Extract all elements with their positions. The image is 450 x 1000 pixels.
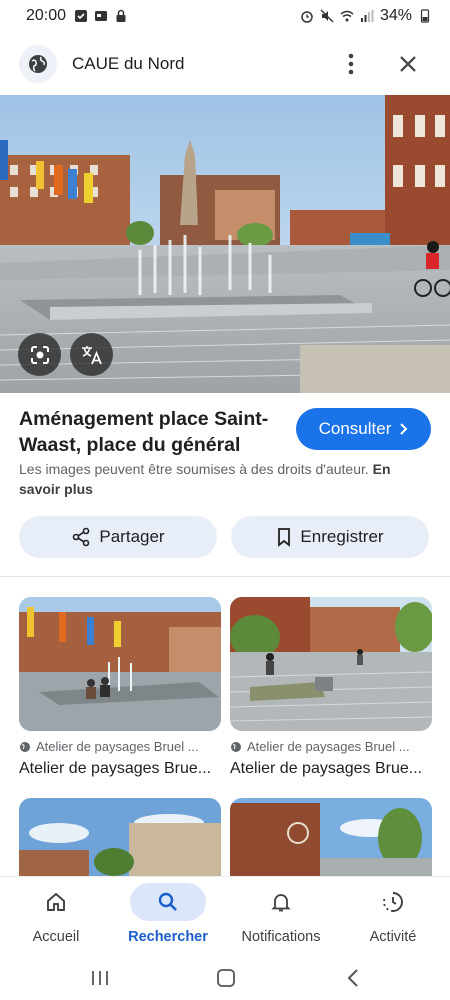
back-arrow-icon bbox=[347, 969, 358, 987]
wifi-icon bbox=[340, 10, 354, 22]
home-system-button[interactable] bbox=[206, 962, 246, 994]
more-options-button[interactable] bbox=[337, 50, 365, 78]
battery-icon bbox=[420, 9, 430, 23]
related-title[interactable]: Atelier de paysages Brue... bbox=[19, 760, 221, 778]
related-image[interactable] bbox=[230, 798, 432, 876]
bottom-navigation: Accueil Rechercher Notifications Activit… bbox=[0, 876, 450, 956]
related-image[interactable] bbox=[230, 597, 432, 731]
nav-item-search[interactable]: Rechercher bbox=[112, 877, 224, 957]
chevron-right-icon bbox=[400, 423, 408, 435]
header: CAUE du Nord bbox=[0, 36, 450, 92]
lock-icon bbox=[116, 9, 126, 22]
more-vert-icon bbox=[348, 53, 354, 75]
bell-icon bbox=[243, 883, 319, 921]
checkbox-icon bbox=[75, 10, 88, 22]
translate-icon bbox=[81, 345, 102, 364]
related-card[interactable] bbox=[19, 798, 221, 876]
related-source: Atelier de paysages Bruel ... bbox=[230, 739, 432, 754]
share-button[interactable]: Partager bbox=[19, 516, 217, 558]
share-label: Partager bbox=[99, 527, 165, 546]
related-image[interactable] bbox=[19, 597, 221, 731]
copyright-notice: Les images peuvent être soumises à des d… bbox=[19, 459, 434, 499]
nav-item-home[interactable]: Accueil bbox=[0, 877, 112, 957]
consult-button[interactable]: Consulter bbox=[296, 408, 431, 450]
alarm-icon bbox=[301, 11, 313, 23]
status-time: 20:00 bbox=[26, 7, 67, 24]
related-card[interactable]: Atelier de paysages Bruel ... Atelier de… bbox=[230, 597, 432, 778]
related-source: Atelier de paysages Bruel ... bbox=[19, 739, 221, 754]
translate-button[interactable] bbox=[70, 333, 113, 376]
related-title[interactable]: Atelier de paysages Brue... bbox=[230, 760, 432, 778]
nav-label: Accueil bbox=[32, 929, 80, 945]
nav-item-notifications[interactable]: Notifications bbox=[225, 877, 337, 957]
bookmark-icon bbox=[278, 528, 291, 547]
copyright-text: Les images peuvent être soumises à des d… bbox=[19, 461, 369, 477]
result-image[interactable] bbox=[0, 95, 450, 393]
related-source-text: Atelier de paysages Bruel ... bbox=[36, 739, 199, 754]
save-button[interactable]: Enregistrer bbox=[231, 516, 429, 558]
close-button[interactable] bbox=[394, 50, 422, 78]
mute-icon bbox=[320, 9, 334, 23]
nav-item-activity[interactable]: Activité bbox=[337, 877, 449, 957]
site-name[interactable]: CAUE du Nord bbox=[72, 54, 184, 74]
home-icon bbox=[18, 883, 94, 921]
divider bbox=[0, 576, 450, 577]
recent-apps-icon bbox=[92, 971, 108, 985]
card-icon bbox=[95, 11, 108, 21]
activity-icon bbox=[355, 883, 431, 921]
related-card[interactable]: Atelier de paysages Bruel ... Atelier de… bbox=[19, 597, 221, 778]
signal-icon bbox=[360, 10, 374, 22]
battery-percent: 34% bbox=[379, 7, 412, 24]
nav-label: Rechercher bbox=[128, 929, 208, 945]
related-card[interactable] bbox=[230, 798, 432, 876]
home-square-icon bbox=[217, 969, 235, 987]
consult-label: Consulter bbox=[318, 419, 392, 438]
globe-icon[interactable] bbox=[19, 45, 57, 83]
save-label: Enregistrer bbox=[300, 527, 384, 546]
nav-label: Notifications bbox=[241, 929, 321, 945]
search-icon bbox=[130, 883, 206, 921]
lens-search-button[interactable] bbox=[18, 333, 61, 376]
system-navigation-bar bbox=[0, 956, 450, 1000]
back-button[interactable] bbox=[333, 962, 373, 994]
status-bar: 20:00 34% bbox=[0, 0, 450, 32]
globe-icon bbox=[231, 741, 241, 752]
status-system-icons: 34% bbox=[300, 7, 432, 25]
close-icon bbox=[400, 56, 416, 72]
related-image[interactable] bbox=[19, 798, 221, 876]
globe-icon bbox=[20, 741, 30, 752]
share-icon bbox=[73, 527, 90, 547]
recent-apps-button[interactable] bbox=[80, 962, 120, 994]
lens-icon bbox=[30, 345, 49, 364]
related-source-text: Atelier de paysages Bruel ... bbox=[247, 739, 410, 754]
status-notification-icons bbox=[74, 9, 128, 23]
nav-label: Activité bbox=[369, 929, 417, 945]
result-title: Aménagement place Saint-Waast, place du … bbox=[19, 408, 269, 456]
